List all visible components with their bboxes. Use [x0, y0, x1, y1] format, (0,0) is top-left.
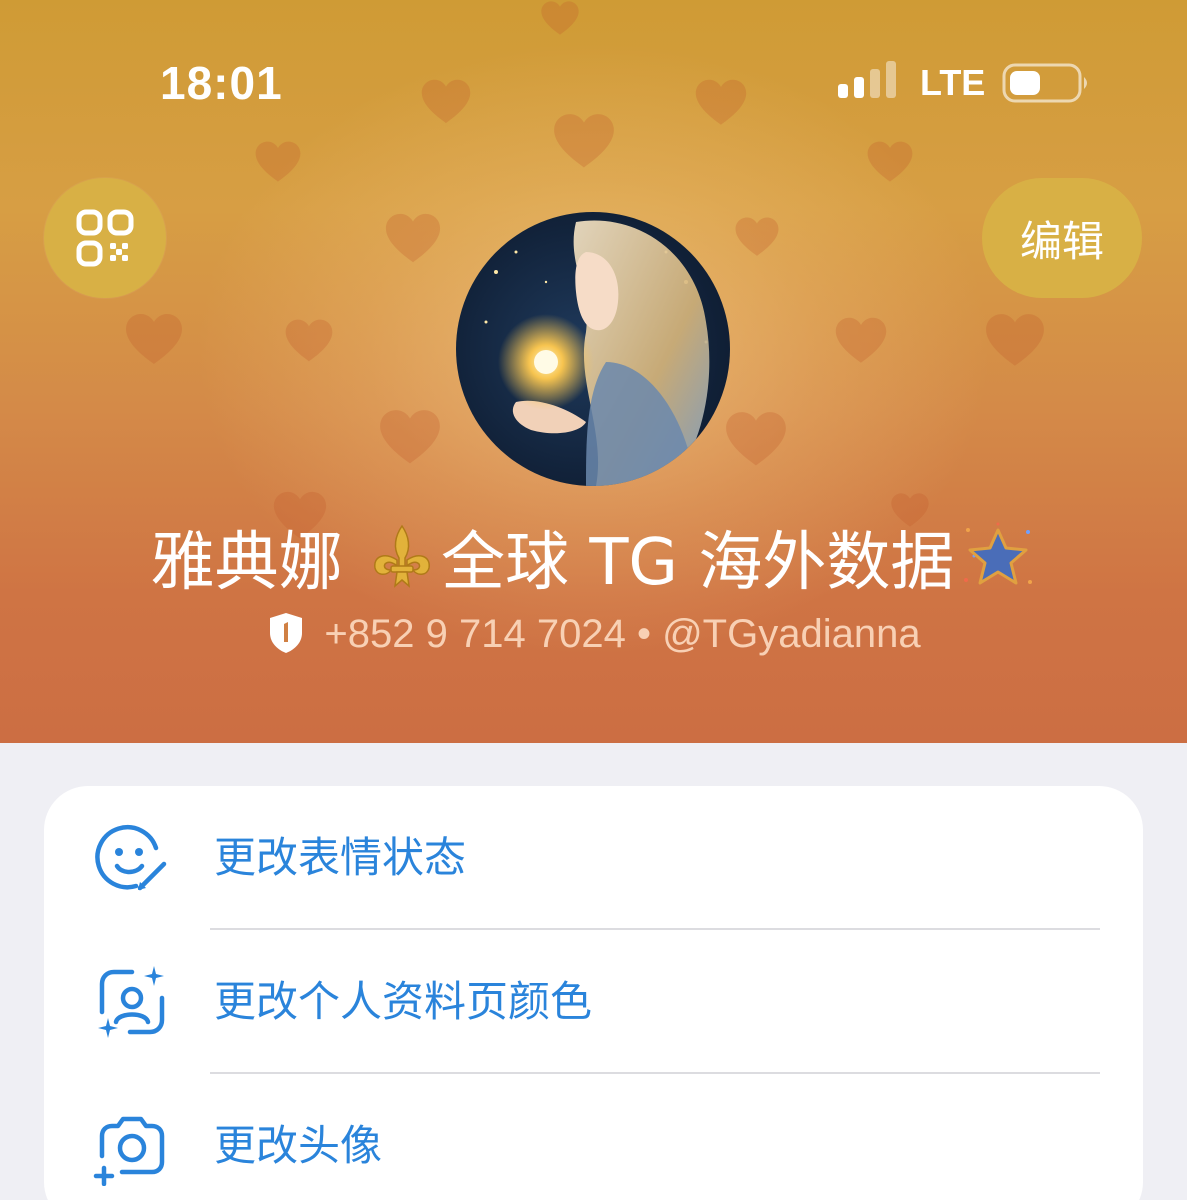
heart-icon — [420, 78, 472, 125]
profile-name: 雅典娜 全球 TG 海外数据 — [0, 520, 1187, 603]
menu-item-label: 更改个人资料页颜色 — [214, 977, 593, 1026]
heart-icon — [866, 140, 914, 183]
signal-icon — [838, 60, 898, 100]
heart-icon — [540, 0, 580, 36]
heart-icon — [384, 212, 442, 264]
menu-item-change-profile-color[interactable]: 更改个人资料页颜色 — [44, 930, 1143, 1074]
menu-item-change-avatar[interactable]: 更改头像 — [44, 1074, 1143, 1200]
heart-icon — [124, 312, 184, 366]
avatar[interactable] — [456, 212, 730, 486]
profile-subtitle: +852 9 714 7024 • @TGyadianna — [0, 608, 1187, 660]
heart-icon — [284, 318, 334, 363]
status-time: 18:01 — [160, 57, 283, 109]
network-type: LTE — [920, 62, 986, 103]
menu-item-change-emoji-status[interactable]: 更改表情状态 — [44, 786, 1143, 930]
menu-item-label: 更改头像 — [214, 1121, 383, 1170]
heart-icon — [552, 112, 616, 170]
qr-code-button[interactable] — [44, 178, 166, 298]
heart-icon — [984, 312, 1046, 368]
heart-icon — [378, 408, 442, 466]
emoji-status-icon — [92, 818, 172, 898]
heart-icon — [694, 78, 748, 127]
heart-icon — [834, 316, 888, 365]
name-text: 雅典娜 — [150, 526, 363, 600]
heart-icon — [724, 410, 788, 468]
edit-button[interactable]: 编辑 — [982, 178, 1142, 298]
name-text-suffix: 全球 TG 海外数据 — [440, 526, 955, 600]
add-photo-icon — [92, 1106, 172, 1186]
qr-code-icon — [76, 209, 134, 267]
shield-badge-icon — [266, 611, 306, 655]
username[interactable]: @TGyadianna — [662, 612, 921, 656]
phone-number[interactable]: +852 9 714 7024 — [324, 612, 625, 656]
heart-icon — [254, 140, 302, 183]
heart-icon — [734, 216, 780, 257]
menu-item-label: 更改表情状态 — [214, 833, 467, 882]
premium-star-icon[interactable] — [960, 520, 1036, 596]
profile-actions-card: 更改表情状态 更改个人资料页颜色 更改头像 — [44, 786, 1143, 1200]
subtitle-separator: • — [625, 612, 663, 656]
profile-header: 18:01 LTE 编辑 雅典娜 全球 TG 海外数据 +852 9 714 7… — [0, 0, 1187, 743]
fleur-de-lis-icon — [367, 522, 437, 592]
profile-color-icon — [92, 962, 172, 1042]
battery-icon — [1002, 63, 1092, 103]
